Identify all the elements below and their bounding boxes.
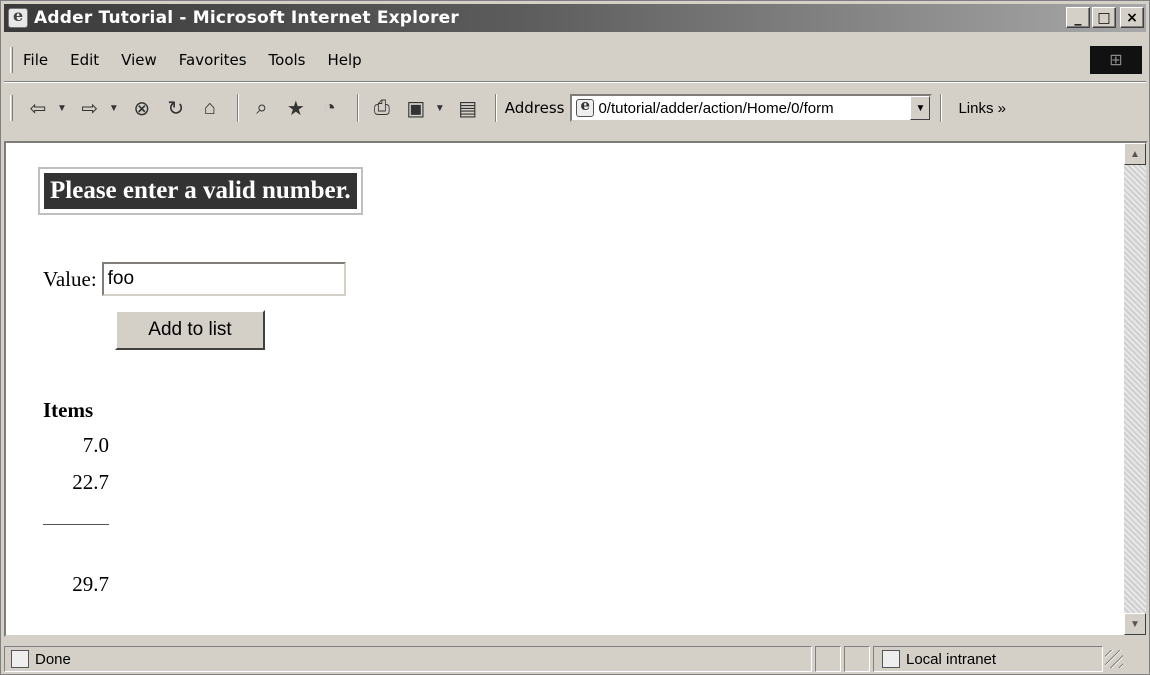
toolbar-separator (494, 94, 497, 122)
history-icon[interactable]: ◔ (315, 93, 345, 123)
total-rule (43, 524, 109, 525)
status-cell (815, 646, 841, 672)
menu-tools[interactable]: Tools (269, 51, 306, 69)
windows-logo-icon: ⊞ (1090, 46, 1142, 74)
value-row: Value: foo (43, 262, 346, 296)
address-input[interactable]: 0/tutorial/adder/action/Home/0/form (598, 100, 898, 117)
toolbar: ⇦ ▼ ⇨ ▼ ⊗ ↻ ⌂ ⌕ ★ ◔ ⎙ ▣ ▼ ▤ Address 0/tu… (4, 89, 1146, 127)
page-viewport: Please enter a valid number. Value: foo … (4, 141, 1148, 637)
edit-dropdown-icon[interactable]: ▼ (435, 103, 445, 114)
items-list: 7.0 22.7 (43, 433, 109, 507)
value-label: Value: (43, 266, 97, 291)
menu-help[interactable]: Help (328, 51, 362, 69)
browser-window: Adder Tutorial - Microsoft Internet Expl… (0, 0, 1150, 675)
address-label: Address (504, 99, 565, 117)
error-box: Please enter a valid number. (38, 167, 363, 215)
toolbar-separator (236, 94, 239, 122)
page-icon (576, 96, 595, 117)
address-dropdown-icon[interactable]: ▼ (910, 96, 931, 120)
total-value: 29.7 (72, 572, 109, 596)
back-dropdown-icon[interactable]: ▼ (57, 103, 67, 114)
page-status-icon (11, 650, 29, 668)
forward-dropdown-icon[interactable]: ▼ (109, 103, 119, 114)
window-controls: _ □ × (1066, 7, 1144, 28)
intranet-icon (882, 650, 900, 668)
menu-file[interactable]: File (23, 51, 48, 69)
back-icon[interactable]: ⇦ (23, 93, 53, 123)
search-icon[interactable]: ⌕ (247, 93, 277, 123)
status-bar: Done Local intranet (4, 645, 1146, 673)
favorites-icon[interactable]: ★ (281, 93, 311, 123)
value-input[interactable]: foo (101, 262, 346, 296)
close-button[interactable]: × (1120, 7, 1144, 28)
stop-icon[interactable]: ⊗ (127, 93, 157, 123)
resize-grip-icon[interactable] (1105, 650, 1123, 668)
refresh-icon[interactable]: ↻ (161, 93, 191, 123)
address-bar[interactable]: 0/tutorial/adder/action/Home/0/form ▼ (570, 94, 933, 122)
print-icon[interactable]: ⎙ (367, 93, 397, 123)
page-content: Please enter a valid number. Value: foo … (6, 143, 1124, 635)
ie-icon (8, 6, 28, 28)
vertical-scrollbar[interactable]: ▲ ▼ (1124, 143, 1146, 635)
status-cell (844, 646, 870, 672)
menu-separator (4, 81, 1146, 83)
items-heading: Items (43, 398, 94, 422)
menu-favorites[interactable]: Favorites (179, 51, 247, 69)
menu-grip[interactable] (10, 47, 13, 73)
discuss-icon[interactable]: ▤ (453, 93, 483, 123)
menu-view[interactable]: View (121, 51, 157, 69)
toolbar-separator (940, 94, 943, 122)
title-bar[interactable]: Adder Tutorial - Microsoft Internet Expl… (4, 4, 1146, 32)
scroll-up-icon[interactable]: ▲ (1124, 143, 1146, 165)
list-item: 22.7 (72, 470, 109, 494)
error-message: Please enter a valid number. (44, 173, 357, 209)
window-title: Adder Tutorial - Microsoft Internet Expl… (34, 8, 459, 28)
menu-bar: File Edit View Favorites Tools Help ⊞ (4, 45, 1146, 75)
edit-icon[interactable]: ▣ (401, 93, 431, 123)
menu-edit[interactable]: Edit (70, 51, 99, 69)
minimize-button[interactable]: _ (1066, 7, 1090, 28)
forward-icon[interactable]: ⇨ (75, 93, 105, 123)
maximize-button[interactable]: □ (1092, 7, 1116, 28)
home-icon[interactable]: ⌂ (195, 93, 225, 123)
zone-panel: Local intranet (873, 646, 1103, 672)
toolbar-grip[interactable] (10, 95, 13, 121)
status-text: Done (35, 650, 71, 668)
toolbar-separator (356, 94, 359, 122)
links-button[interactable]: Links » (958, 100, 1006, 117)
add-to-list-button[interactable]: Add to list (115, 310, 265, 350)
zone-text: Local intranet (906, 650, 997, 668)
status-text-panel: Done (4, 646, 812, 672)
list-item: 7.0 (82, 433, 109, 457)
scroll-down-icon[interactable]: ▼ (1124, 613, 1146, 635)
